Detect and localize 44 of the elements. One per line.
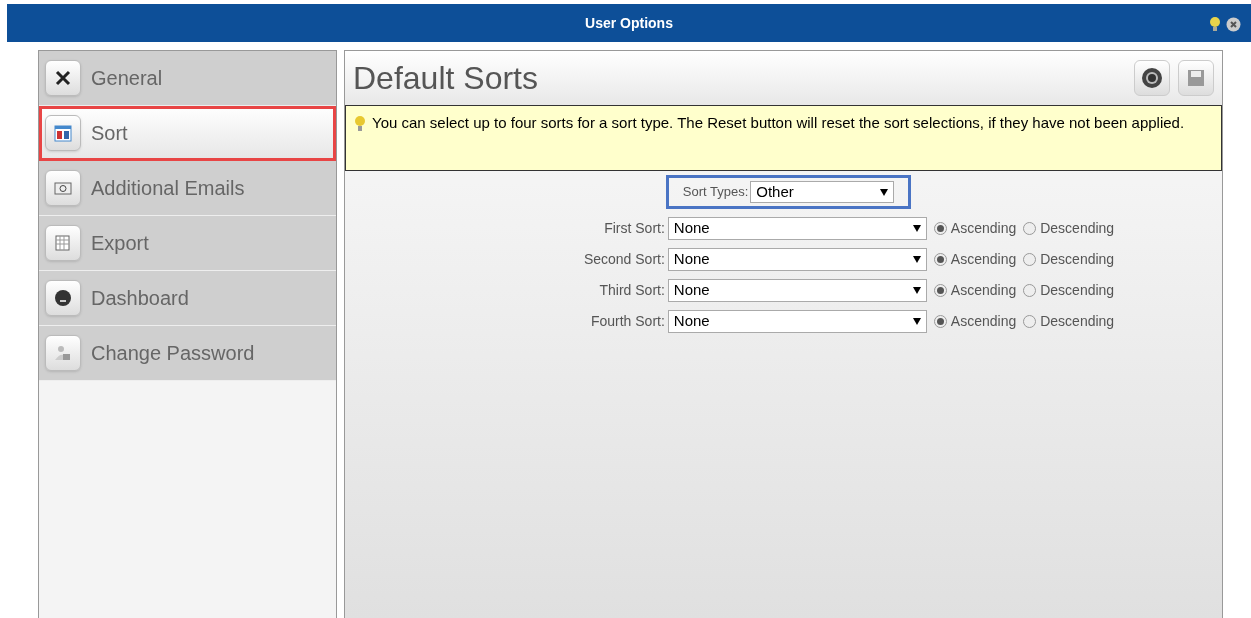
- dropdown-arrow-icon: [880, 188, 889, 196]
- sort-dropdown[interactable]: None: [667, 217, 927, 240]
- save-button[interactable]: [1178, 60, 1214, 96]
- lightbulb-icon: [354, 115, 366, 133]
- sort-icon: [54, 125, 72, 142]
- sort-types-label: Sort Types:: [682, 183, 749, 202]
- sidebar-item[interactable]: Additional Emails: [39, 161, 336, 216]
- sort-types-dropdown[interactable]: Other: [750, 181, 895, 203]
- dropdown-arrow-icon: [912, 256, 921, 263]
- order-radio[interactable]: Ascending: [933, 249, 1017, 270]
- sort-label: Fourth Sort:: [589, 312, 665, 331]
- circle-icon: [1141, 67, 1163, 89]
- floppy-icon: [1186, 68, 1206, 88]
- dropdown-arrow-icon: [912, 318, 921, 325]
- sort-label: First Sort:: [603, 219, 665, 238]
- sort-label: Third Sort:: [598, 281, 665, 300]
- gauge-icon: [55, 290, 71, 306]
- sort-dropdown[interactable]: None: [667, 279, 927, 302]
- sidebar-item[interactable]: Dashboard: [39, 271, 336, 326]
- user-lock-icon: [55, 346, 70, 360]
- lightbulb-icon[interactable]: [1209, 16, 1221, 32]
- order-radio[interactable]: Descending: [1023, 280, 1115, 301]
- order-radio[interactable]: Ascending: [933, 218, 1017, 239]
- reset-button[interactable]: [1134, 60, 1170, 96]
- envelope-icon: [54, 182, 72, 195]
- window-title: User Options: [585, 13, 673, 33]
- order-radio[interactable]: Ascending: [933, 280, 1017, 301]
- table-icon: [55, 235, 70, 251]
- notice-text: You can select up to four sorts for a sort type. The Reset button will reset the sort selections, if they have not been applied.: [372, 114, 1185, 131]
- sort-dropdown[interactable]: None: [667, 310, 927, 333]
- sidebar-item[interactable]: General: [39, 51, 336, 106]
- dropdown-arrow-icon: [912, 225, 921, 232]
- order-radio[interactable]: Descending: [1023, 218, 1115, 239]
- panel-title: Default Sorts: [353, 59, 538, 98]
- order-radio[interactable]: Descending: [1023, 311, 1115, 332]
- order-radio[interactable]: Ascending: [933, 311, 1017, 332]
- sidebar-item[interactable]: Sort: [39, 106, 336, 161]
- sidebar-item[interactable]: Change Password: [39, 326, 336, 381]
- sidebar-item[interactable]: Export: [39, 216, 336, 271]
- sort-label: Second Sort:: [582, 250, 665, 269]
- order-radio[interactable]: Descending: [1023, 249, 1115, 270]
- sort-dropdown[interactable]: None: [667, 248, 927, 271]
- dropdown-arrow-icon: [912, 287, 921, 294]
- close-icon[interactable]: [1226, 17, 1241, 32]
